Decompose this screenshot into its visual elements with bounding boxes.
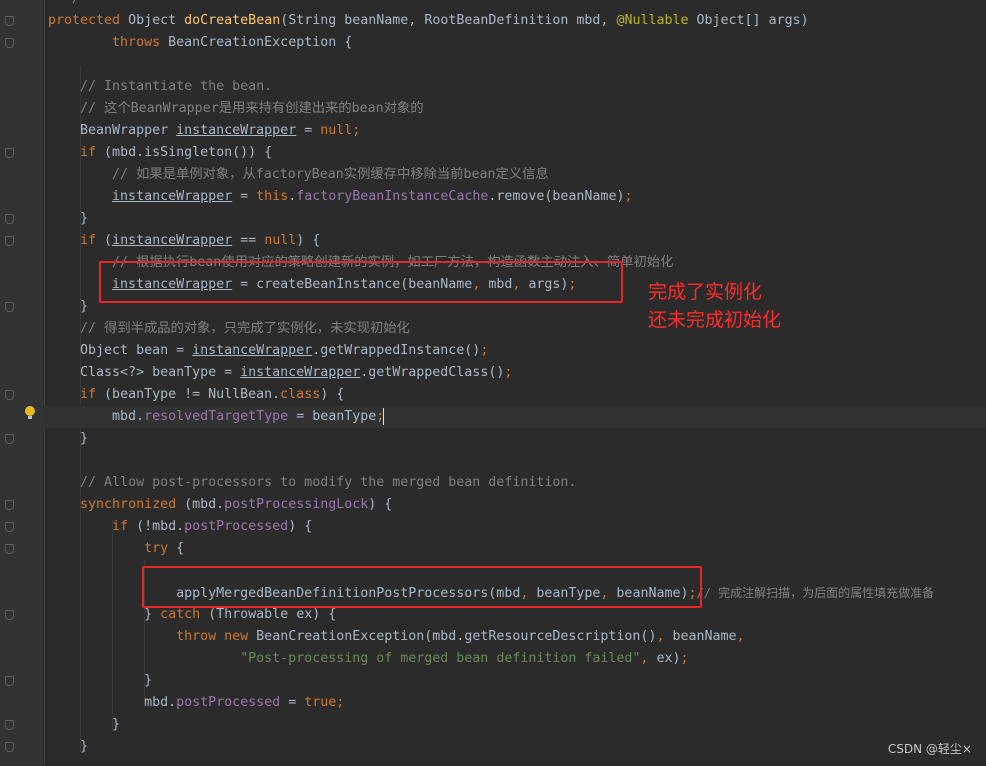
code-line: } <box>80 431 89 446</box>
fold-marker-icon[interactable] <box>5 434 14 444</box>
fold-marker-icon[interactable] <box>5 610 14 620</box>
code-line: mbd.postProcessed = true; <box>144 695 345 710</box>
code-line: } <box>80 739 89 754</box>
code-line: // Allow post-processors to modify the m… <box>80 475 577 490</box>
code-editor[interactable]: */ protected Object doCreateBean(String … <box>0 0 986 766</box>
annotation-instantiated: 完成了实例化 <box>648 281 763 303</box>
fold-marker-icon[interactable] <box>5 236 14 246</box>
fold-marker-icon[interactable] <box>5 38 14 48</box>
fold-marker-icon[interactable] <box>5 148 14 158</box>
highlight-box-post-processors <box>142 566 702 608</box>
code-line: if (beanType != NullBean.class) { <box>80 387 345 402</box>
code-line: // 这个BeanWrapper是用来持有创建出来的bean对象的 <box>80 101 424 116</box>
fold-marker-icon[interactable] <box>5 390 14 400</box>
code-line: // 如果是单例对象，从factoryBean实例缓存中移除当前bean定义信息 <box>112 167 549 182</box>
code-line-current: mbd.resolvedTargetType = beanType; <box>44 406 986 428</box>
annotation-not-initialized: 还未完成初始化 <box>648 309 782 331</box>
code-line: try { <box>144 541 185 556</box>
editor-gutter[interactable] <box>0 0 45 766</box>
highlight-box-create-instance <box>99 261 623 303</box>
lightbulb-icon[interactable] <box>25 406 35 419</box>
fold-marker-icon[interactable] <box>5 214 14 224</box>
fold-marker-icon[interactable] <box>5 500 14 510</box>
fold-marker-icon[interactable] <box>5 16 14 26</box>
code-line: instanceWrapper = this.factoryBeanInstan… <box>112 189 633 204</box>
code-line: // Instantiate the bean. <box>80 79 273 94</box>
fold-marker-icon[interactable] <box>5 544 14 554</box>
fold-marker-icon[interactable] <box>5 720 14 730</box>
fold-marker-icon[interactable] <box>5 302 14 312</box>
code-line: BeanWrapper instanceWrapper = null; <box>80 123 361 138</box>
watermark: CSDN @轻尘× <box>887 742 972 756</box>
fold-marker-icon[interactable] <box>5 742 14 752</box>
code-line: } <box>144 673 153 688</box>
code-line: } <box>80 211 89 226</box>
code-line: synchronized (mbd.postProcessingLock) { <box>80 497 393 512</box>
code-line: } <box>112 717 121 732</box>
code-line: if (!mbd.postProcessed) { <box>112 519 313 534</box>
fold-marker-icon[interactable] <box>5 522 14 532</box>
code-line: Object bean = instanceWrapper.getWrapped… <box>80 343 489 358</box>
code-line: Class<?> beanType = instanceWrapper.getW… <box>80 365 513 380</box>
code-line: */ <box>48 0 80 10</box>
code-line: if (instanceWrapper == null) { <box>80 233 321 248</box>
code-line: // 得到半成品的对象，只完成了实例化，未实现初始化 <box>80 321 410 336</box>
code-line: throw new BeanCreationException(mbd.getR… <box>176 629 745 644</box>
code-line: "Post-processing of merged bean definiti… <box>240 651 689 666</box>
text-caret <box>383 408 384 425</box>
code-line: protected Object doCreateBean(String bea… <box>48 13 809 28</box>
code-line: throws BeanCreationException { <box>112 35 353 50</box>
code-line: if (mbd.isSingleton()) { <box>80 145 273 160</box>
fold-marker-icon[interactable] <box>5 676 14 686</box>
code-line: } <box>80 299 89 314</box>
